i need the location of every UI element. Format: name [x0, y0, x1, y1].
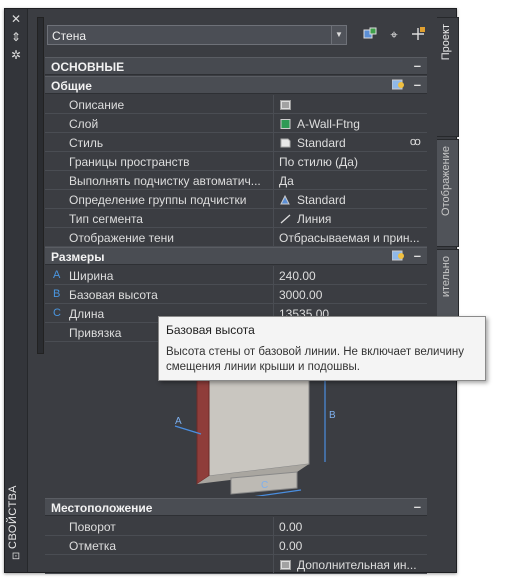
property-value: Отбрасываемая и прин... [279, 231, 420, 245]
auto-hide-icon[interactable]: ⇕ [10, 31, 22, 43]
category-dimensions-label: Размеры [51, 250, 105, 264]
tab-extended-label: ительно [440, 256, 452, 298]
palette-tabs: Проект Отображение ительно [437, 17, 459, 567]
property-value: Да [279, 174, 294, 188]
style-icon [280, 137, 291, 148]
highlight-icon[interactable] [391, 250, 405, 262]
collapse-icon[interactable]: – [414, 77, 421, 92]
property-grid: ОСНОВНЫЕ – Общие – Описание Слой A-Wall-… [45, 57, 427, 574]
quick-select-icon[interactable] [361, 26, 379, 44]
property-value: Линия [297, 212, 332, 226]
property-name: Отметка [69, 539, 117, 553]
property-name: Выполнять подчистку автоматич... [69, 174, 261, 188]
object-type-select[interactable]: Стена ▼ [47, 25, 347, 45]
palette-title: СВОЙСТВА [7, 485, 19, 549]
category-main-label: ОСНОВНЫЕ [51, 60, 125, 74]
category-dimensions[interactable]: Размеры – [45, 247, 427, 265]
cleanup-group-icon [280, 194, 291, 205]
property-value: Дополнительная ин... [297, 558, 417, 572]
style-browse-icon[interactable]: ꝏ [410, 135, 421, 148]
property-row[interactable]: Определение группы подчистки Standard [45, 190, 427, 209]
chevron-down-icon[interactable]: ▼ [331, 26, 346, 44]
property-row[interactable]: Стиль Standard ꝏ [45, 133, 427, 152]
property-name: Границы пространств [69, 155, 190, 169]
property-tooltip: Базовая высота Высота стены от базовой л… [158, 316, 486, 381]
settings-icon[interactable]: ✲ [10, 49, 22, 61]
preview-label-a: A [175, 416, 182, 427]
object-type-value: Стена [52, 29, 87, 43]
property-value: A-Wall-Ftng [297, 117, 360, 131]
select-objects-icon[interactable]: ⌖ [385, 26, 403, 44]
property-row[interactable]: Границы пространств По стилю (Да) [45, 152, 427, 171]
tooltip-title: Базовая высота [166, 323, 255, 337]
property-name: Отображение тени [69, 231, 174, 245]
property-row[interactable]: B Базовая высота 3000.00 [45, 285, 427, 304]
close-icon[interactable]: ✕ [10, 13, 22, 25]
property-row[interactable]: Отметка 0.00 [45, 536, 427, 555]
category-general-label: Общие [51, 79, 92, 93]
preview-label-c: C [261, 480, 268, 491]
property-value: 240.00 [279, 269, 316, 283]
description-icon[interactable] [280, 99, 291, 110]
tab-display-label: Отображение [440, 146, 452, 216]
property-name: Определение группы подчистки [69, 193, 247, 207]
palette-title-bar: ✕ ⇕ ✲ СВОЙСТВА ⊡ [5, 9, 28, 572]
toggle-pickadd-icon[interactable] [409, 26, 427, 44]
property-value: 3000.00 [279, 288, 323, 302]
property-name: Стиль [69, 136, 104, 150]
property-value: Standard [297, 193, 346, 207]
dimension-letter: B [53, 288, 61, 300]
collapse-icon[interactable]: – [414, 248, 421, 263]
preview-label-b: B [329, 410, 336, 421]
dimension-letter: A [53, 269, 61, 281]
property-value: 0.00 [279, 539, 303, 553]
properties-palette: ✕ ⇕ ✲ СВОЙСТВА ⊡ Стена ▼ ⌖ Проект Отобра… [4, 8, 459, 574]
property-row[interactable]: A Ширина 240.00 [45, 266, 427, 285]
category-main[interactable]: ОСНОВНЫЕ – [45, 57, 427, 75]
property-name: Слой [69, 117, 99, 131]
palette-menu-icon[interactable]: ⊡ [10, 551, 22, 563]
property-row[interactable]: Тип сегмента Линия [45, 209, 427, 228]
additional-info-icon[interactable] [280, 559, 291, 570]
category-general[interactable]: Общие – [45, 76, 427, 94]
property-value: По стилю (Да) [279, 155, 358, 169]
collapse-icon[interactable]: – [414, 58, 421, 73]
category-location[interactable]: Местоположение – [45, 498, 427, 516]
property-value: 0.00 [279, 520, 303, 534]
tooltip-description: Высота стены от базовой линии. Не включа… [166, 346, 464, 373]
property-name: Базовая высота [69, 288, 158, 302]
property-row[interactable]: Поворот 0.00 [45, 517, 427, 536]
layer-color-icon [280, 118, 291, 129]
property-row[interactable]: Дополнительная ин... [45, 555, 427, 574]
segment-line-icon [280, 213, 291, 224]
property-name: Ширина [69, 269, 114, 283]
property-name: Тип сегмента [69, 212, 143, 226]
property-row[interactable]: Слой A-Wall-Ftng [45, 114, 427, 133]
dimension-letter: C [53, 307, 61, 319]
highlight-icon[interactable] [391, 79, 405, 91]
property-row[interactable]: Отображение тени Отбрасываемая и прин... [45, 228, 427, 247]
collapse-icon[interactable]: – [414, 499, 421, 514]
category-location-label: Местоположение [51, 501, 153, 515]
object-selector-row: Стена ▼ ⌖ [45, 23, 435, 49]
property-name: Описание [69, 98, 125, 112]
property-value: Standard [297, 136, 346, 150]
tab-project-label: Проект [440, 24, 452, 61]
tab-project[interactable]: Проект [437, 17, 459, 137]
palette-grip[interactable] [37, 17, 44, 354]
property-name: Поворот [69, 520, 116, 534]
tab-display[interactable]: Отображение [437, 139, 459, 247]
property-row[interactable]: Описание [45, 95, 427, 114]
property-row[interactable]: Выполнять подчистку автоматич... Да [45, 171, 427, 190]
